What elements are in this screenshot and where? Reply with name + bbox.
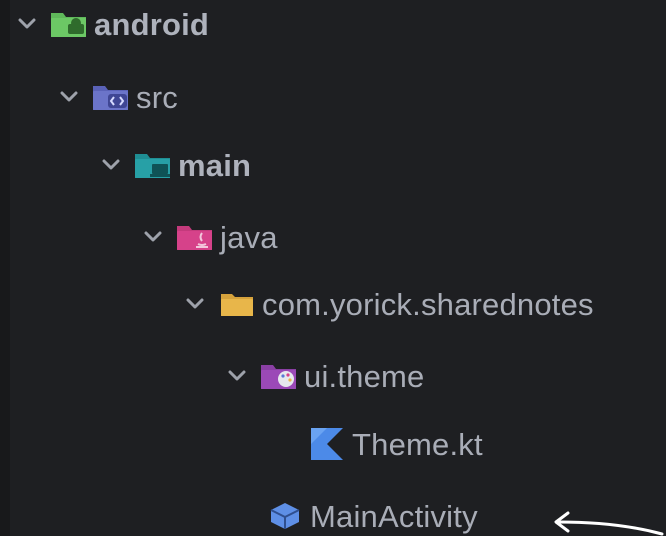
activity-class-icon xyxy=(266,500,304,532)
package-folder-icon xyxy=(218,289,256,319)
tree-item-label: MainActivity xyxy=(310,498,478,534)
chevron-down-icon[interactable] xyxy=(224,363,250,389)
tree-item-label: java xyxy=(220,219,278,255)
kotlin-file-icon xyxy=(308,426,346,462)
chevron-down-icon[interactable] xyxy=(56,84,82,110)
tree-item-src[interactable]: src xyxy=(56,69,178,125)
chevron-down-icon[interactable] xyxy=(140,224,166,250)
java-folder-icon xyxy=(176,222,214,252)
main-folder-icon xyxy=(134,150,172,180)
tree-item-android[interactable]: android xyxy=(14,0,209,52)
tree-item-label: src xyxy=(136,79,178,115)
tree-item-java[interactable]: java xyxy=(140,209,278,265)
tree-item-label: main xyxy=(178,147,252,183)
tree-item-label: com.yorick.sharednotes xyxy=(262,286,594,322)
tree-item-main-activity[interactable]: MainActivity xyxy=(266,488,478,536)
chevron-down-icon[interactable] xyxy=(14,11,40,37)
tree-item-label: ui.theme xyxy=(304,358,425,394)
source-folder-icon xyxy=(92,82,130,112)
tree-item-main[interactable]: main xyxy=(98,137,251,193)
tree-item-ui-theme[interactable]: ui.theme xyxy=(224,348,425,404)
chevron-down-icon[interactable] xyxy=(98,152,124,178)
tree-item-label: android xyxy=(94,6,210,42)
project-tree-panel: android src main java com.yorick.sharedn… xyxy=(0,0,666,536)
theme-folder-icon xyxy=(260,361,298,391)
tree-item-label: Theme.kt xyxy=(352,426,483,462)
tree-item-theme-kt[interactable]: Theme.kt xyxy=(308,416,483,472)
tree-item-package[interactable]: com.yorick.sharednotes xyxy=(182,276,594,332)
android-module-folder-icon xyxy=(50,9,88,39)
annotation-arrow-icon xyxy=(554,511,664,536)
chevron-down-icon[interactable] xyxy=(182,291,208,317)
